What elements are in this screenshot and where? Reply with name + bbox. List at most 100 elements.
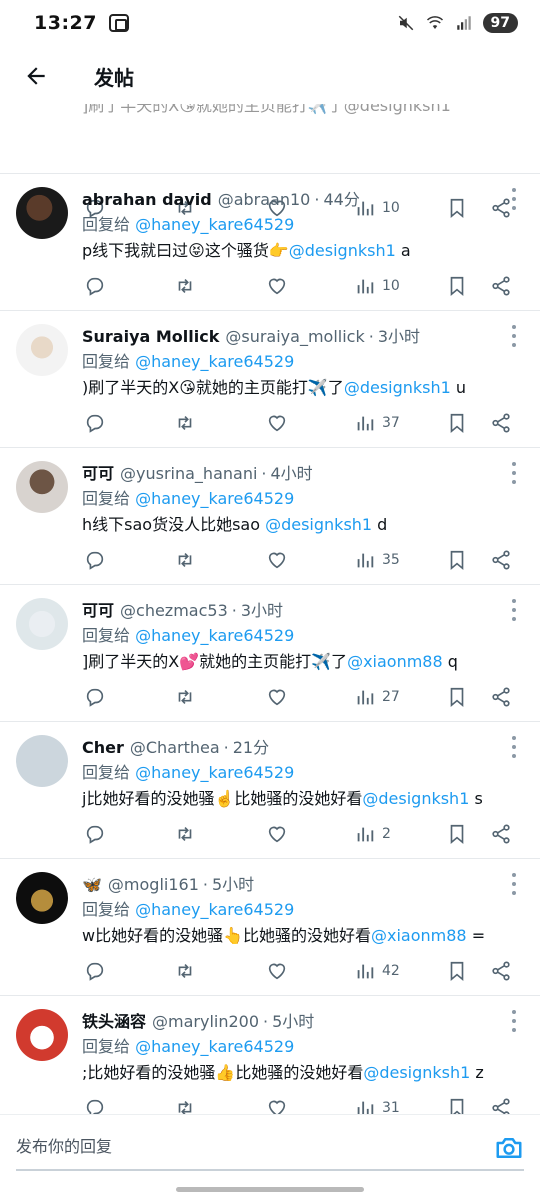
like-button[interactable]: [266, 683, 288, 711]
camera-button[interactable]: [494, 1133, 524, 1163]
retweet-button[interactable]: [174, 546, 196, 574]
mention-link[interactable]: @xiaonm88: [347, 652, 443, 671]
tweet-item[interactable]: 可可 @yusrina_hanani · 4小时 回复给 @haney_kare6452…: [0, 448, 540, 585]
retweet-button[interactable]: [174, 1094, 196, 1114]
user-handle[interactable]: @marylin200: [152, 1012, 259, 1031]
reply-to-link[interactable]: @haney_kare64529: [135, 763, 294, 782]
mention-link[interactable]: @designksh1: [265, 515, 372, 534]
reply-feed[interactable]: ]刷了半天的X😘就她的主页能打✈️了@designksh1 10 abrahan…: [0, 104, 540, 1114]
mention-link[interactable]: @designksh1: [363, 1063, 470, 1082]
back-button[interactable]: [12, 52, 60, 100]
user-handle[interactable]: @abraan10: [218, 190, 311, 209]
reply-to-link[interactable]: @haney_kare64529: [135, 1037, 294, 1056]
reply-button[interactable]: [84, 683, 106, 711]
retweet-icon: [178, 963, 192, 979]
retweet-button[interactable]: [174, 409, 196, 437]
reply-to-link[interactable]: @haney_kare64529: [135, 489, 294, 508]
tweet-list: abrahan david @abraan10 · 44分 回复给 @haney_kar…: [0, 174, 540, 1114]
more-options-button[interactable]: [510, 1010, 518, 1032]
mention-link[interactable]: @xiaonm88: [371, 926, 467, 945]
share-button[interactable]: [490, 957, 512, 985]
reply-button[interactable]: [84, 546, 106, 574]
views-button[interactable]: 37: [354, 409, 400, 437]
reply-to-link[interactable]: @haney_kare64529: [135, 352, 294, 371]
reply-to-link[interactable]: @haney_kare64529: [135, 215, 294, 234]
reply-button[interactable]: [84, 820, 106, 848]
like-button[interactable]: [266, 957, 288, 985]
more-options-button[interactable]: [510, 599, 518, 621]
like-button[interactable]: [266, 272, 288, 300]
tweet-item[interactable]: Cher @Charthea · 21分 回复给 @haney_kare64529 j比她…: [0, 722, 540, 859]
tweet-item[interactable]: Suraiya Mollick @suraiya_mollick · 3小时 回复给 @…: [0, 311, 540, 448]
more-options-button[interactable]: [510, 462, 518, 484]
reply-to-link[interactable]: @haney_kare64529: [135, 900, 294, 919]
reply-to-link[interactable]: @haney_kare64529: [135, 626, 294, 645]
bookmark-button[interactable]: [446, 1094, 468, 1114]
user-handle[interactable]: @suraiya_mollick: [225, 327, 364, 346]
bookmark-button[interactable]: [446, 272, 468, 300]
views-button[interactable]: 27: [354, 683, 400, 711]
display-name[interactable]: Suraiya Mollick: [82, 327, 219, 346]
reply-input[interactable]: [16, 1123, 524, 1171]
share-button[interactable]: [490, 820, 512, 848]
display-name[interactable]: 🦋: [82, 875, 102, 894]
share-button[interactable]: [490, 683, 512, 711]
more-options-button[interactable]: [510, 736, 518, 758]
like-button[interactable]: [266, 820, 288, 848]
avatar[interactable]: [16, 1009, 68, 1061]
views-button[interactable]: 42: [354, 957, 400, 985]
tweet-item[interactable]: abrahan david @abraan10 · 44分 回复给 @haney_kar…: [0, 174, 540, 311]
tweet-item[interactable]: 可可 @chezmac53 · 3小时 回复给 @haney_kare64529]刷了半…: [0, 585, 540, 722]
retweet-button[interactable]: [174, 683, 196, 711]
tweet-item[interactable]: 铁头涵容 @marylin200 · 5小时 回复给 @haney_kare64529;…: [0, 996, 540, 1114]
partial-tweet[interactable]: ]刷了半天的X😘就她的主页能打✈️了@designksh1 10: [0, 104, 540, 219]
home-indicator[interactable]: [176, 1187, 364, 1192]
tweet-item[interactable]: 🦋 @mogli161 · 5小时 回复给 @haney_kare64529 w比她好看的…: [0, 859, 540, 996]
like-button[interactable]: [266, 546, 288, 574]
mention-link[interactable]: @designksh1: [289, 241, 396, 260]
mention-link[interactable]: @designksh1: [344, 378, 451, 397]
share-button[interactable]: [490, 409, 512, 437]
bookmark-button[interactable]: [446, 683, 468, 711]
share-button[interactable]: [490, 546, 512, 574]
share-button[interactable]: [490, 1094, 512, 1114]
avatar[interactable]: [16, 187, 68, 239]
avatar[interactable]: [16, 598, 68, 650]
display-name[interactable]: Cher: [82, 738, 124, 757]
user-handle[interactable]: @yusrina_hanani: [120, 464, 257, 483]
reply-button[interactable]: [84, 1094, 106, 1114]
views-button[interactable]: 31: [354, 1094, 400, 1114]
retweet-button[interactable]: [174, 957, 196, 985]
avatar[interactable]: [16, 872, 68, 924]
more-options-button[interactable]: [510, 325, 518, 347]
reply-button[interactable]: [84, 409, 106, 437]
reply-button[interactable]: [84, 272, 106, 300]
views-button[interactable]: 2: [354, 820, 391, 848]
bookmark-button[interactable]: [446, 820, 468, 848]
views-button[interactable]: 35: [354, 546, 400, 574]
avatar[interactable]: [16, 461, 68, 513]
mention-link[interactable]: @designksh1: [362, 789, 469, 808]
user-handle[interactable]: @chezmac53: [120, 601, 228, 620]
tweet-header: 🦋 @mogli161 · 5小时: [82, 871, 496, 895]
display-name[interactable]: 可可: [82, 460, 114, 484]
share-button[interactable]: [490, 272, 512, 300]
bookmark-button[interactable]: [446, 409, 468, 437]
avatar[interactable]: [16, 735, 68, 787]
user-handle[interactable]: @mogli161: [108, 875, 199, 894]
bookmark-button[interactable]: [446, 957, 468, 985]
more-options-button[interactable]: [510, 188, 518, 210]
like-button[interactable]: [266, 1094, 288, 1114]
retweet-button[interactable]: [174, 820, 196, 848]
views-button[interactable]: 10: [354, 272, 400, 300]
reply-button[interactable]: [84, 957, 106, 985]
retweet-button[interactable]: [174, 272, 196, 300]
user-handle[interactable]: @Charthea: [130, 738, 220, 757]
like-button[interactable]: [266, 409, 288, 437]
display-name[interactable]: 可可: [82, 597, 114, 621]
bookmark-button[interactable]: [446, 546, 468, 574]
display-name[interactable]: 铁头涵容: [82, 1008, 146, 1032]
display-name[interactable]: abrahan david: [82, 190, 212, 209]
avatar[interactable]: [16, 324, 68, 376]
more-options-button[interactable]: [510, 873, 518, 895]
